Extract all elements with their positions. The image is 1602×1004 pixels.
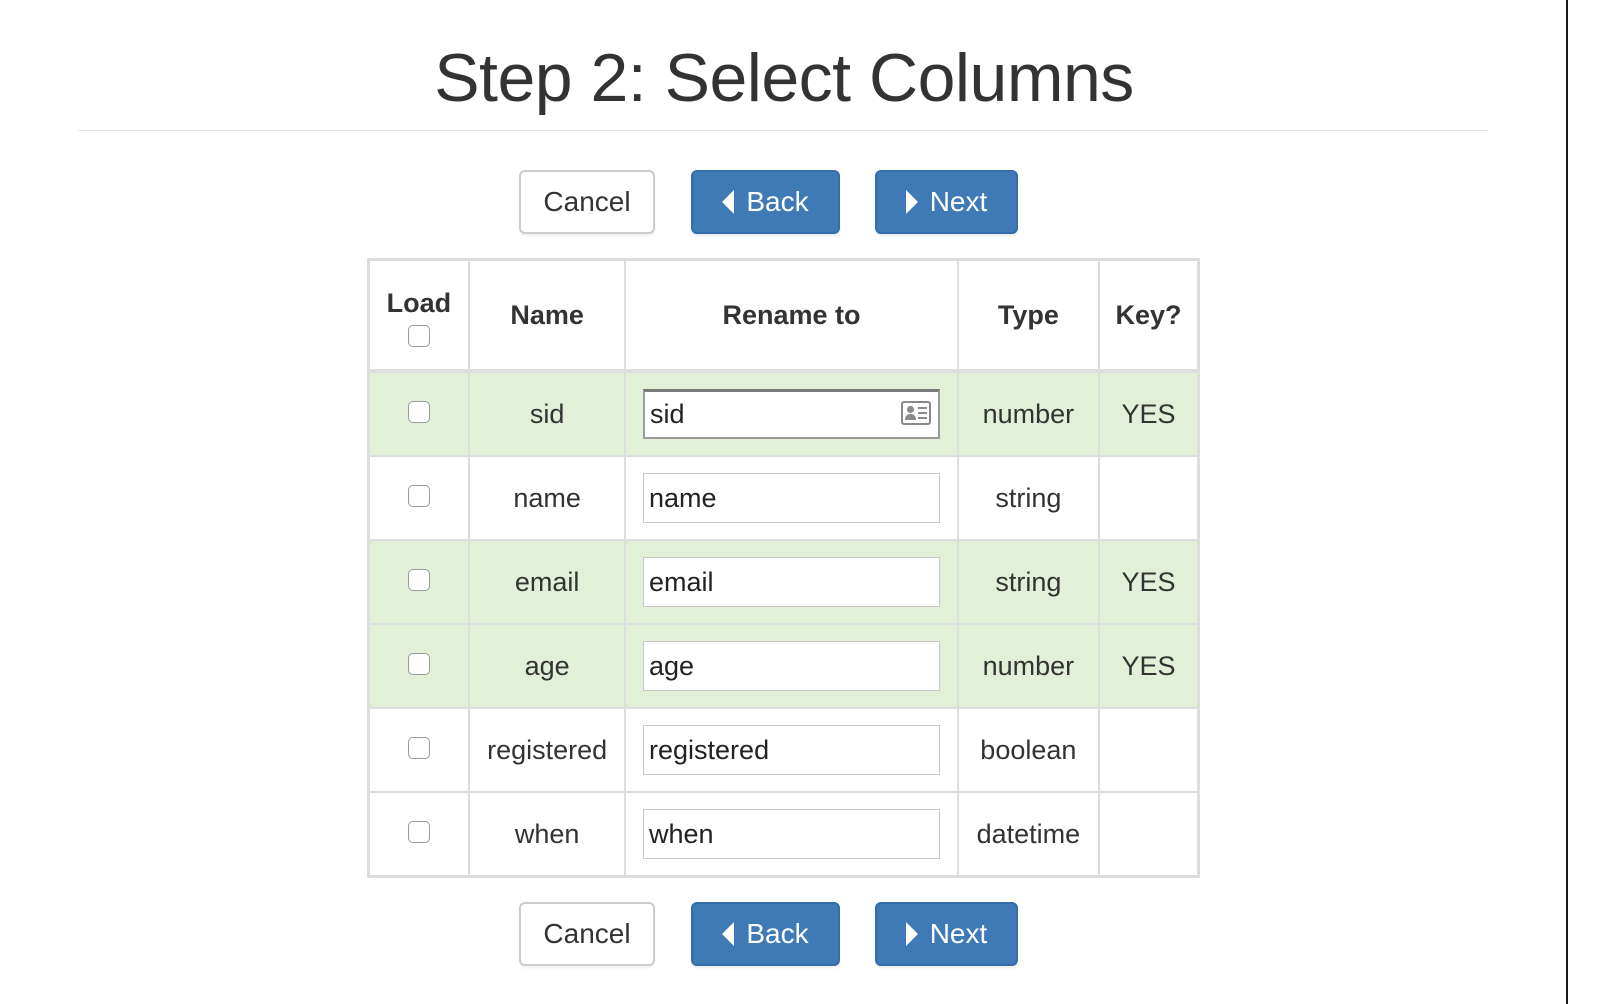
- cancel-button-top[interactable]: Cancel: [519, 170, 655, 234]
- table-row: name string: [367, 455, 1200, 541]
- caret-left-icon: [722, 190, 735, 214]
- load-header-label: Load: [386, 287, 452, 318]
- column-type: number: [956, 623, 1101, 709]
- cancel-button-label: Cancel: [543, 186, 631, 217]
- column-name: name: [467, 455, 627, 541]
- next-button-top[interactable]: Next: [875, 170, 1018, 234]
- load-checkbox[interactable]: [407, 820, 430, 843]
- back-button-top[interactable]: Back: [691, 170, 840, 234]
- column-key: YES: [1098, 539, 1200, 625]
- rename-cell: [624, 370, 959, 457]
- load-column-header: Load: [367, 258, 470, 373]
- load-cell: [367, 707, 470, 793]
- page-title: Step 2: Select Columns: [434, 40, 1134, 116]
- key-column-header: Key?: [1098, 258, 1200, 373]
- column-type: datetime: [956, 791, 1101, 878]
- column-type: string: [956, 539, 1101, 625]
- rename-cell: [624, 791, 959, 878]
- column-key: YES: [1098, 623, 1200, 709]
- next-button-label: Next: [929, 918, 988, 949]
- table-row: age number YES: [367, 623, 1200, 709]
- type-column-header: Type: [956, 258, 1101, 373]
- rename-input[interactable]: [643, 473, 941, 523]
- columns-table: Load Name Rename to Type Key? sid sid nu…: [367, 258, 1200, 878]
- table-header-row: Load Name Rename to Type Key?: [367, 258, 1200, 373]
- table-row: when datetime: [367, 791, 1200, 878]
- rename-input[interactable]: [643, 641, 941, 691]
- column-key: [1098, 707, 1200, 793]
- next-button-bottom[interactable]: Next: [875, 902, 1018, 966]
- column-name: registered: [467, 707, 627, 793]
- load-cell: [367, 539, 470, 625]
- load-checkbox[interactable]: [407, 736, 430, 759]
- rename-cell: [624, 623, 959, 709]
- rename-cell: [624, 539, 959, 625]
- rename-column-header: Rename to: [624, 258, 959, 373]
- column-name: email: [467, 539, 627, 625]
- table-row: email string YES: [367, 539, 1200, 625]
- column-name: when: [467, 791, 627, 878]
- load-checkbox[interactable]: [407, 652, 430, 675]
- column-key: [1098, 455, 1200, 541]
- load-checkbox[interactable]: [407, 400, 430, 423]
- load-checkbox[interactable]: [407, 568, 430, 591]
- rename-input[interactable]: [643, 389, 941, 439]
- column-name: age: [467, 623, 627, 709]
- load-cell: [367, 623, 470, 709]
- load-cell: [367, 455, 470, 541]
- table-row: sid number YES: [367, 370, 1200, 457]
- back-button-bottom[interactable]: Back: [691, 902, 840, 966]
- caret-right-icon: [905, 190, 918, 214]
- title-divider: [78, 130, 1488, 131]
- rename-input[interactable]: [643, 809, 941, 859]
- column-key: [1098, 791, 1200, 878]
- caret-left-icon: [722, 922, 735, 946]
- load-cell: [367, 791, 470, 878]
- select-all-checkbox[interactable]: [407, 324, 430, 347]
- rename-input[interactable]: [643, 557, 941, 607]
- cancel-button-bottom[interactable]: Cancel: [519, 902, 655, 966]
- column-key: YES: [1098, 370, 1200, 457]
- name-column-header: Name: [467, 258, 627, 373]
- top-button-bar: Cancel Back Next: [0, 170, 1568, 238]
- window-edge: [1566, 0, 1568, 1004]
- rename-cell: [624, 455, 959, 541]
- load-cell: [367, 370, 470, 457]
- table-row: registered boolean: [367, 707, 1200, 793]
- column-type: number: [956, 370, 1101, 457]
- rename-cell: [624, 707, 959, 793]
- back-button-label: Back: [746, 186, 809, 217]
- load-checkbox[interactable]: [407, 484, 430, 507]
- caret-right-icon: [905, 922, 918, 946]
- column-type: boolean: [956, 707, 1101, 793]
- column-name: sid: [467, 370, 627, 457]
- contact-card-icon[interactable]: [901, 401, 932, 425]
- rename-input[interactable]: [643, 725, 941, 775]
- back-button-label: Back: [746, 918, 809, 949]
- bottom-button-bar: Cancel Back Next: [0, 902, 1568, 970]
- column-type: string: [956, 455, 1101, 541]
- next-button-label: Next: [929, 186, 988, 217]
- cancel-button-label: Cancel: [543, 918, 631, 949]
